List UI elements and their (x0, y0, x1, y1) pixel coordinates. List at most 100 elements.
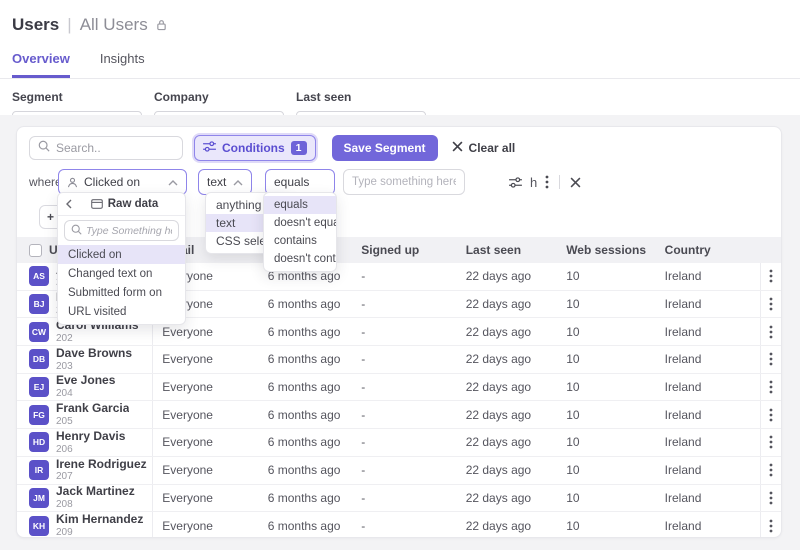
user-id: 206 (56, 444, 125, 456)
web-sessions-cell: 10 (553, 401, 652, 428)
column-country: Country (653, 237, 760, 263)
search-input[interactable] (56, 141, 174, 155)
row-menu-button[interactable] (760, 512, 781, 538)
user-id: 202 (56, 333, 139, 345)
avatar: IR (29, 460, 49, 480)
kebab-menu-icon (769, 325, 773, 339)
signed-up-cell: - (349, 485, 453, 512)
kebab-menu-icon (769, 269, 773, 283)
web-sessions-cell: 10 (553, 263, 652, 290)
user-cell[interactable]: JM Jack Martinez 208 (17, 485, 153, 512)
kebab-menu-icon[interactable] (545, 175, 549, 189)
row-menu-button[interactable] (760, 485, 781, 512)
content-section: Conditions 1 Save Segment Clear all wher… (0, 115, 800, 550)
chevron-up-icon (168, 175, 178, 189)
country-cell: Ireland (653, 291, 760, 318)
page-title: Users (12, 15, 59, 35)
event-option[interactable]: Clicked on (58, 245, 185, 264)
user-cell[interactable]: IR Irene Rodriguez 207 (17, 457, 153, 484)
operator-option[interactable]: doesn't equal (264, 214, 336, 232)
web-sessions-cell: 10 (553, 512, 652, 538)
operator-option[interactable]: equals (264, 196, 336, 214)
select-all-checkbox[interactable] (29, 244, 42, 257)
kebab-menu-icon (769, 519, 773, 533)
remove-condition-icon[interactable] (570, 177, 581, 188)
country-cell: Ireland (653, 457, 760, 484)
clear-all-button[interactable]: Clear all (452, 141, 516, 155)
table-row: HD Henry Davis 206 Everyone 6 months ago… (17, 429, 781, 457)
event-option[interactable]: URL visited (58, 302, 185, 321)
row-menu-button[interactable] (760, 429, 781, 456)
user-name: Dave Browns (56, 347, 132, 361)
tab[interactable]: Insights (100, 51, 145, 78)
first-seen-cell: 6 months ago (252, 291, 350, 318)
user-cell[interactable]: KH Kim Hernandez 209 (17, 512, 153, 538)
operator-option[interactable]: contains (264, 232, 336, 250)
close-icon (452, 141, 463, 155)
tab[interactable]: Overview (12, 51, 70, 78)
h-icon[interactable]: h (530, 176, 537, 189)
country-cell: Ireland (653, 512, 760, 538)
row-menu-button[interactable] (760, 374, 781, 401)
event-panel-search[interactable] (64, 220, 179, 241)
title-row: Users | All Users (12, 14, 788, 36)
segment-cell: Everyone (153, 485, 251, 512)
row-menu-button[interactable] (760, 401, 781, 428)
first-seen-cell: 6 months ago (252, 457, 350, 484)
country-cell: Ireland (653, 485, 760, 512)
where-label: where (29, 175, 58, 189)
event-category-label: Raw data (108, 198, 159, 210)
event-option[interactable]: Submitted form on (58, 283, 185, 302)
avatar: BJ (29, 294, 49, 314)
segment-cell: Everyone (153, 346, 251, 373)
search-box[interactable] (29, 136, 183, 160)
event-search-input[interactable] (86, 225, 172, 237)
filter-label: Last seen (296, 90, 426, 104)
first-seen-cell: 6 months ago (252, 429, 350, 456)
signed-up-cell: - (349, 374, 453, 401)
event-option[interactable]: Changed text on (58, 264, 185, 283)
user-name: Henry Davis (56, 430, 125, 444)
user-id: 207 (56, 471, 147, 483)
sliders-icon[interactable] (509, 177, 522, 188)
user-cell[interactable]: FG Frank Garcia 205 (17, 401, 153, 428)
conditions-button[interactable]: Conditions 1 (194, 135, 316, 161)
filter-label: Company (154, 90, 284, 104)
save-segment-button[interactable]: Save Segment (332, 135, 438, 161)
operator-option[interactable]: doesn't cont... (264, 250, 336, 268)
kebab-menu-icon (769, 463, 773, 477)
kebab-menu-icon (769, 435, 773, 449)
user-name: Eve Jones (56, 374, 115, 388)
row-menu-button[interactable] (760, 457, 781, 484)
avatar: CW (29, 322, 49, 342)
table-row: JM Jack Martinez 208 Everyone 6 months a… (17, 485, 781, 513)
title-separator: | (67, 15, 71, 35)
user-cell[interactable]: HD Henry Davis 206 (17, 429, 153, 456)
last-seen-cell: 22 days ago (454, 429, 553, 456)
row-menu-button[interactable] (760, 291, 781, 318)
country-cell: Ireland (653, 263, 760, 290)
sliders-icon (203, 141, 216, 155)
kebab-menu-icon (769, 380, 773, 394)
country-cell: Ireland (653, 318, 760, 345)
kebab-menu-icon (769, 408, 773, 422)
toolbar: Conditions 1 Save Segment Clear all (29, 135, 769, 161)
user-name: Kim Hernandez (56, 513, 143, 527)
user-id: 203 (56, 361, 132, 373)
last-seen-cell: 22 days ago (454, 457, 553, 484)
web-sessions-cell: 10 (553, 374, 652, 401)
divider (559, 175, 560, 189)
avatar: KH (29, 516, 49, 536)
last-seen-cell: 22 days ago (454, 485, 553, 512)
condition-value-input[interactable] (343, 169, 465, 195)
row-menu-button[interactable] (760, 346, 781, 373)
user-cell[interactable]: EJ Eve Jones 204 (17, 374, 153, 401)
first-seen-cell: 6 months ago (252, 346, 350, 373)
conditions-label: Conditions (222, 141, 285, 155)
signed-up-cell: - (349, 457, 453, 484)
row-menu-button[interactable] (760, 263, 781, 290)
match-type-value: text (207, 175, 226, 189)
row-menu-button[interactable] (760, 318, 781, 345)
condition-row-actions: h (509, 175, 581, 189)
user-cell[interactable]: DB Dave Browns 203 (17, 346, 153, 373)
